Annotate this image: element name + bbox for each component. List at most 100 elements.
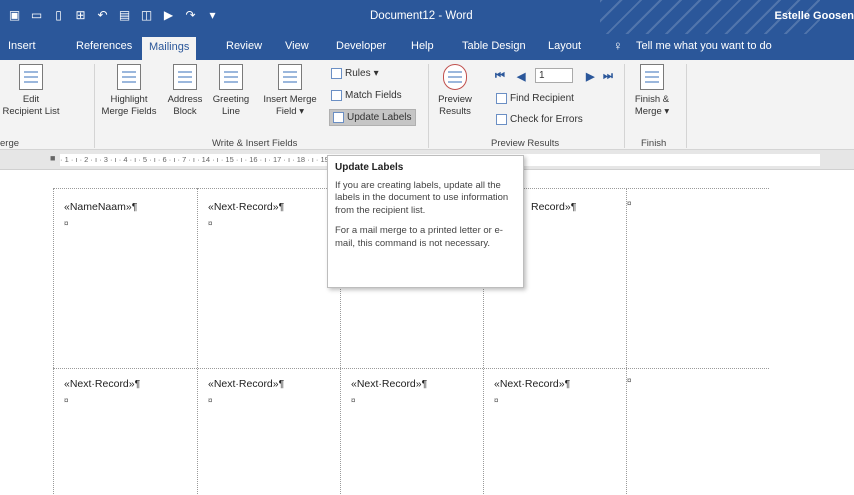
tab-review[interactable]: Review [226,40,262,52]
greeting-line-button[interactable]: Greeting Line [207,64,255,118]
find-recipient-button[interactable]: Find Recipient [496,93,574,104]
customize-qat-icon[interactable]: ▾ [206,9,219,22]
merge-field-next-record[interactable]: Record»¶ [531,201,576,213]
tab-references[interactable]: References [76,40,132,52]
edit-recipient-label-1: Edit [22,94,40,105]
table-icon[interactable]: ⊞ [74,9,87,22]
layout-icon[interactable]: ◫ [140,9,153,22]
highlight-label-1: Highlight [110,94,148,105]
previous-record-icon[interactable]: ◀ [517,70,525,83]
check-errors-button[interactable]: Check for Errors [496,114,583,125]
preview-label-2: Results [439,106,471,117]
document-title: Document12 - Word [370,10,473,22]
insert-merge-field-icon [278,64,302,90]
redo-icon[interactable]: ↷ [184,9,197,22]
first-record-icon[interactable]: ⏮ [495,70,505,83]
tooltip-title: Update Labels [335,162,404,173]
match-fields-icon [331,90,342,101]
save-icon[interactable]: ▭ [30,9,43,22]
edit-recipient-label-2: Recipient List [2,106,60,117]
tab-table-design[interactable]: Table Design [462,40,526,52]
finish-merge-button[interactable]: Finish & Merge ▾ [631,64,673,118]
dropdown-arrow-icon: ▾ [373,68,379,79]
merge-field-next-record[interactable]: «Next·Record»¶ [494,378,570,390]
end-of-cell-marker: ¤ [208,219,213,228]
last-record-icon[interactable]: ⏭ [603,70,613,83]
highlight-icon [117,64,141,90]
finish-label-1: Finish & [634,94,670,105]
end-of-cell-marker: ¤ [351,396,356,405]
update-labels-icon [333,112,344,123]
check-errors-label: Check for Errors [510,114,583,125]
end-of-cell-marker: ¤ [208,396,213,405]
group-separator [94,64,95,148]
print-preview-icon[interactable]: ▤ [118,9,131,22]
update-labels-tooltip: Update Labels If you are creating labels… [327,155,524,288]
merge-field-next-record[interactable]: «Next·Record»¶ [64,378,140,390]
rules-icon [331,68,342,79]
group-separator [624,64,625,148]
finish-merge-icon [640,64,664,90]
tooltip-body-1: If you are creating labels, update all t… [335,179,509,216]
title-bar: ▣ ▭ ▯ ⊞ ↶ ▤ ◫ ▶ ↷ ▾ Document12 - Word Es… [0,0,854,34]
abc-preview-icon [443,64,467,90]
tab-view[interactable]: View [285,40,309,52]
end-of-cell-marker: ¤ [64,396,69,405]
tab-layout[interactable]: Layout [548,40,581,52]
highlight-merge-fields-button[interactable]: Highlight Merge Fields [98,64,160,118]
undo-icon[interactable]: ↶ [96,9,109,22]
tell-me-search[interactable]: Tell me what you want to do [636,40,772,52]
tab-mailings[interactable]: Mailings [142,37,197,60]
insert-merge-text: Field [275,106,297,117]
tab-developer[interactable]: Developer [336,40,386,52]
quick-access-toolbar: ▣ ▭ ▯ ⊞ ↶ ▤ ◫ ▶ ↷ ▾ [8,9,219,22]
table-border [53,368,769,369]
address-block-icon [173,64,197,90]
update-labels-label: Update Labels [347,112,412,123]
preview-group-label: Preview Results [491,138,560,149]
rules-label: Rules [345,68,371,79]
update-labels-button[interactable]: Update Labels [329,109,416,126]
match-fields-label: Match Fields [345,90,402,101]
greeting-line-icon [219,64,243,90]
edit-recipient-list-button[interactable]: Edit Recipient List [2,64,60,118]
ribbon-tabs: Insert References Mailings Review View D… [0,34,854,60]
table-border [626,188,627,495]
merge-field-next-record[interactable]: «Next·Record»¶ [208,378,284,390]
lightbulb-icon[interactable]: ♀ [613,38,623,53]
table-border [197,188,198,495]
user-name[interactable]: Estelle Goosen [775,10,854,22]
end-of-row-marker: ¤ [627,199,632,208]
preview-label-1: Preview [438,94,472,105]
preview-results-button[interactable]: Preview Results [435,64,475,118]
rules-button[interactable]: Rules ▾ [331,68,379,79]
tab-help[interactable]: Help [411,40,434,52]
recipient-list-icon [19,64,43,90]
finish-merge-text: Merge [634,106,662,117]
find-recipient-icon [496,93,507,104]
highlight-label-2: Merge Fields [101,106,157,117]
play-icon[interactable]: ▶ [162,9,175,22]
merge-field-next-record[interactable]: «Next·Record»¶ [351,378,427,390]
tab-stop-icon[interactable]: ■ [50,153,55,163]
end-of-cell-marker: ¤ [64,219,69,228]
match-fields-button[interactable]: Match Fields [331,90,402,101]
word-logo-icon[interactable]: ▣ [8,9,21,22]
group-separator [686,64,687,148]
group-separator [428,64,429,148]
write-insert-group-label: Write & Insert Fields [212,138,298,149]
tab-insert[interactable]: Insert [8,40,36,52]
merge-field-next-record[interactable]: «Next·Record»¶ [208,201,284,213]
insert-merge-label-2: Field ▾ [275,106,304,117]
check-errors-icon [496,114,507,125]
address-label-2: Block [173,106,197,117]
merge-field-name[interactable]: «NameNaam»¶ [64,201,137,213]
insert-merge-field-button[interactable]: Insert Merge Field ▾ [258,64,322,118]
record-number-input[interactable]: 1 [535,68,573,83]
address-block-button[interactable]: Address Block [165,64,205,118]
next-record-icon[interactable]: ▶ [586,70,594,83]
word-window: ▣ ▭ ▯ ⊞ ↶ ▤ ◫ ▶ ↷ ▾ Document12 - Word Es… [0,0,854,495]
tooltip-body-2: For a mail merge to a printed letter or … [335,225,503,249]
greeting-label-1: Greeting [212,94,250,105]
new-document-icon[interactable]: ▯ [52,9,65,22]
